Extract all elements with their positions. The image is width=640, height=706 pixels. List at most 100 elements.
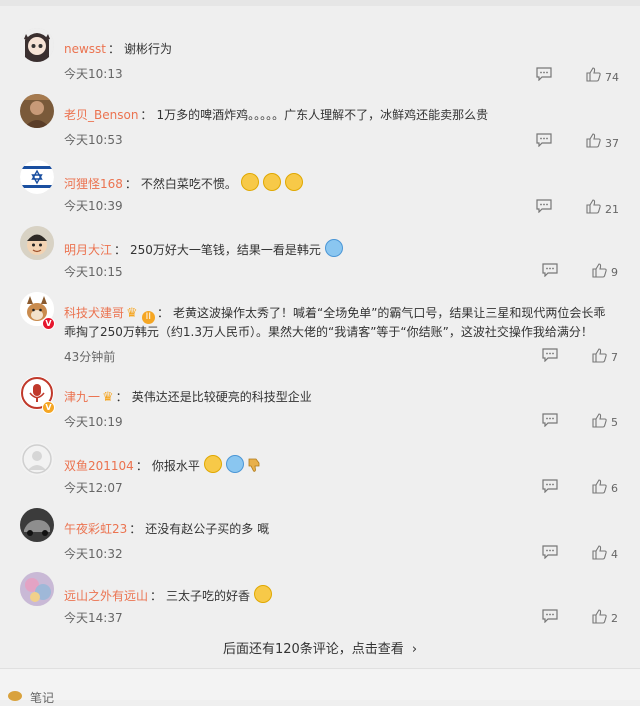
user-avatar[interactable] [20,572,54,606]
car-avatar-icon [20,508,54,542]
comment-text-continued: 乖掏了250万韩元（约1.3万人民币）。果然大佬的“我请客”等于“你结账”，这波… [64,325,593,339]
colon: ： [156,306,169,320]
comment-text: 三太子吃的好香 [166,589,251,603]
comment-text: 1万多的啤酒炸鸡。。。。。广东人理解不了，冰鲜鸡还能卖那么贵 [156,108,489,122]
user-avatar[interactable] [20,28,54,62]
comment-line: 双鱼201104：你报水平 [64,455,262,474]
comment-time: 今天10:15 [64,265,123,279]
reply-icon[interactable] [542,545,558,559]
comment-line: 明月大江： 250万好大一笔钱，结果一看是韩元 [64,239,343,258]
comment-username[interactable]: newsst [64,42,106,56]
comment-item: 双鱼201104：你报水平 今天12:07 6 [0,442,640,502]
comment-username[interactable]: 津九一 [64,390,100,404]
user-avatar[interactable] [20,226,54,260]
emoji-icon [203,455,222,473]
reply-icon[interactable] [542,413,558,427]
like-count: 7 [611,351,618,364]
like-count: 2 [611,612,618,625]
user-avatar[interactable] [20,508,54,542]
user-avatar[interactable] [20,94,54,128]
reply-icon[interactable] [536,67,552,81]
note-icon [8,691,22,701]
reply-icon[interactable] [542,263,558,277]
like-count: 21 [605,203,619,216]
thumb-down-icon [248,458,260,472]
crying-emoji-icon [225,455,244,473]
like-icon[interactable] [592,545,607,560]
more-comments-link[interactable]: 后面还有120条评论，点击查看 › [0,638,640,657]
comment-time: 今天14:37 [64,611,123,625]
comment-text: 谢彬行为 [124,42,173,56]
user-avatar[interactable] [20,160,54,194]
colon: ： [114,243,127,257]
grinning-emoji-icon [254,585,273,603]
comment-item: 明月大江： 250万好大一笔钱，结果一看是韩元 今天10:15 9 [0,226,640,286]
comment-time: 今天10:13 [64,67,123,81]
emoji-icon [284,173,303,191]
like-icon[interactable] [592,413,607,428]
crown-icon: ♛ [102,390,114,405]
comment-item: 老贝_Benson： 1万多的啤酒炸鸡。。。。。广东人理解不了，冰鲜鸡还能卖那么贵… [0,94,640,154]
comment-item: 远山之外有远山：三太子吃的好香 今天14:37 2 [0,572,640,632]
comment-item: newsst：谢彬行为 今天10:13 74 [0,28,640,88]
like-icon[interactable] [592,348,607,363]
comment-time: 43分钟前 [64,350,116,364]
comment-text: 英伟达还是比较硬亮的科技型企业 [131,390,312,404]
comment-time: 今天10:53 [64,133,123,147]
comment-line: 科技犬建哥 ♛ II： 老黄这波操作太秀了！喊着“全场免单”的霸气口号，结果让三星和现… [64,305,605,324]
comment-username[interactable]: 双鱼201104 [64,459,134,473]
colon: ： [140,108,153,122]
reply-icon[interactable] [542,348,558,362]
comment-text: 老黄这波操作太秀了！喊着“全场免单”的霸气口号，结果让三星和现代两位会长乖 [173,306,606,320]
comment-line: 老贝_Benson： 1万多的啤酒炸鸡。。。。。广东人理解不了，冰鲜鸡还能卖那么贵 [64,107,488,123]
comment-time: 今天12:07 [64,481,123,495]
like-count: 37 [605,137,619,150]
comment-username[interactable]: 老贝_Benson [64,108,138,122]
comment-time: 今天10:19 [64,415,123,429]
colon: ： [129,522,142,536]
colorful-avatar-icon [20,572,54,606]
laughing-emoji-icon [324,239,343,257]
emoji-icon [240,173,259,191]
comment-line: 午夜彩虹23：还没有赵公子买的多 嘅 [64,521,269,537]
reply-icon[interactable] [542,609,558,623]
footer-label[interactable]: 笔记 [30,689,54,706]
like-count: 6 [611,482,618,495]
comment-text: 250万好大一笔钱，结果一看是韩元 [130,243,321,257]
man-photo-avatar-icon [20,94,54,128]
colon: ： [108,42,121,56]
crown-icon: ♛ [126,306,138,321]
comment-username[interactable]: 明月大江 [64,243,112,257]
comment-text: 还没有赵公子买的多 嘅 [145,522,270,536]
reply-icon[interactable] [536,199,552,213]
colon: ： [115,390,128,404]
reply-icon[interactable] [536,133,552,147]
comment-item: 午夜彩虹23：还没有赵公子买的多 嘅 今天10:32 4 [0,508,640,568]
comment-item: 河狸怪168：不然白菜吃不惯。 今天10:39 21 [0,160,640,220]
like-icon[interactable] [586,199,601,214]
comment-text: 你报水平 [151,459,200,473]
like-icon[interactable] [592,609,607,624]
footer-bar: 笔记 [0,668,640,705]
like-count: 74 [605,71,619,84]
comment-text: 不然白菜吃不惯。 [140,177,237,191]
user-avatar[interactable] [20,442,54,476]
default-user-avatar-icon [20,442,54,476]
top-strip [0,0,640,6]
like-icon[interactable] [586,133,601,148]
like-icon[interactable] [592,263,607,278]
comment-username[interactable]: 远山之外有远山 [64,589,148,603]
comment-username[interactable]: 午夜彩虹23 [64,522,127,536]
comment-line: 津九一 ♛：英伟达还是比较硬亮的科技型企业 [64,389,312,406]
comment-username[interactable]: 科技犬建哥 [64,306,124,320]
comment-line: newsst：谢彬行为 [64,41,172,57]
like-icon[interactable] [592,479,607,494]
verified-badge: V [42,401,55,414]
comment-username[interactable]: 河狸怪168 [64,177,123,191]
cartoon-boy-avatar-icon [20,226,54,260]
verified-badge: V [42,317,55,330]
like-icon[interactable] [586,67,601,82]
like-count: 5 [611,416,618,429]
reply-icon[interactable] [542,479,558,493]
more-comments-label: 后面还有120条评论，点击查看 [222,642,404,657]
